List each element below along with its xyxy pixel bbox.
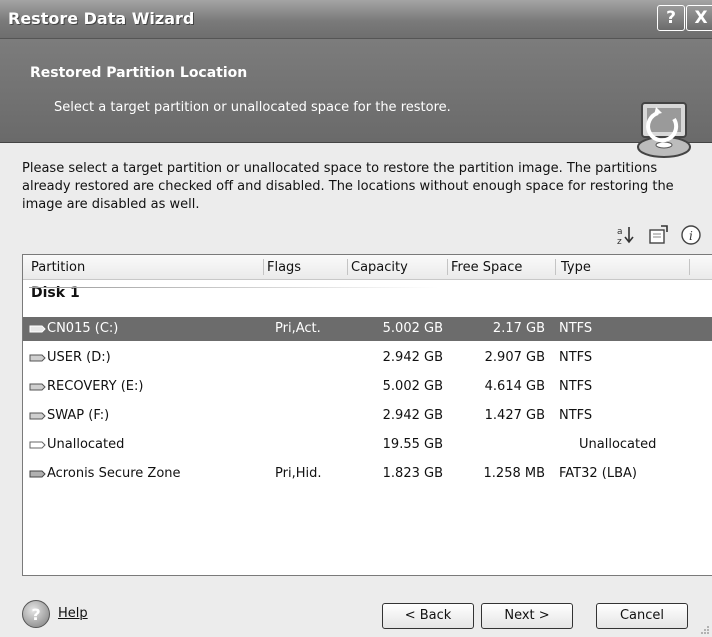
help-icon: ? (22, 600, 50, 628)
next-button[interactable]: Next > (481, 603, 573, 629)
partition-capacity: 2.942 GB (382, 408, 443, 423)
partition-type: Unallocated (579, 437, 657, 452)
help-label[interactable]: Help (58, 606, 88, 621)
table-row[interactable]: Acronis Secure Zone Pri,Hid. 1.823 GB 1.… (23, 462, 712, 486)
partition-capacity: 5.002 GB (382, 321, 443, 336)
partition-type: FAT32 (LBA) (559, 466, 637, 481)
partition-name: USER (D:) (47, 350, 111, 365)
partition-capacity: 2.942 GB (382, 350, 443, 365)
secure-zone-icon (29, 470, 46, 478)
column-header: Partition Flags Capacity Free Space Type (23, 255, 712, 280)
partition-drive-icon (29, 354, 46, 362)
column-divider[interactable] (555, 259, 556, 275)
partition-name: Acronis Secure Zone (47, 466, 181, 481)
col-partition[interactable]: Partition (31, 260, 85, 275)
partition-drive-icon (29, 383, 46, 391)
title-bar[interactable]: Restore Data Wizard ? X (0, 0, 712, 39)
disk-group-header: Disk 1 (23, 281, 712, 305)
unallocated-space-icon (29, 441, 46, 449)
table-row[interactable]: RECOVERY (E:) 5.002 GB 4.614 GB NTFS (23, 375, 712, 399)
partition-type: NTFS (559, 379, 593, 394)
partition-drive-icon (29, 412, 46, 420)
table-row[interactable]: SWAP (F:) 2.942 GB 1.427 GB NTFS (23, 404, 712, 428)
col-flags[interactable]: Flags (267, 260, 301, 275)
column-divider[interactable] (263, 259, 264, 275)
cancel-button[interactable]: Cancel (596, 603, 688, 629)
close-button[interactable]: X (686, 5, 712, 31)
wizard-header: Restored Partition Location Select a tar… (0, 39, 712, 158)
step-title: Restored Partition Location (30, 65, 248, 81)
partition-free-space: 2.17 GB (492, 321, 545, 336)
partition-free-space: 2.907 GB (484, 350, 545, 365)
window-title: Restore Data Wizard (8, 9, 195, 28)
partition-drive-icon (29, 325, 46, 333)
table-row[interactable]: USER (D:) 2.942 GB 2.907 GB NTFS (23, 346, 712, 370)
column-divider[interactable] (689, 259, 690, 275)
partition-free-space: 4.614 GB (484, 379, 545, 394)
svg-text:i: i (689, 229, 693, 243)
back-button[interactable]: < Back (382, 603, 474, 629)
restore-data-wizard-window: Restore Data Wizard ? X Restored Partiti… (0, 0, 712, 637)
partition-type: NTFS (559, 350, 593, 365)
partition-capacity: 1.823 GB (382, 466, 443, 481)
partition-type: NTFS (559, 408, 593, 423)
partition-flags: Pri,Act. (275, 321, 321, 336)
partition-type: NTFS (559, 321, 593, 336)
resize-grip-icon[interactable] (700, 625, 710, 635)
partition-name: SWAP (F:) (47, 408, 110, 423)
col-capacity[interactable]: Capacity (351, 260, 408, 275)
partition-free-space: 1.427 GB (484, 408, 545, 423)
properties-icon[interactable] (647, 224, 669, 246)
column-divider[interactable] (447, 259, 448, 275)
partition-name: Unallocated (47, 437, 125, 452)
partition-free-space: 1.258 MB (483, 466, 545, 481)
restore-wizard-icon (637, 102, 691, 158)
info-icon[interactable]: i (680, 224, 702, 246)
partition-capacity: 5.002 GB (382, 379, 443, 394)
sort-icon[interactable]: a z (615, 224, 637, 246)
partition-capacity: 19.55 GB (382, 437, 443, 452)
partition-list[interactable]: Partition Flags Capacity Free Space Type… (22, 254, 712, 576)
instructions-text: Please select a target partition or unal… (22, 161, 674, 212)
title-help-button[interactable]: ? (657, 5, 685, 31)
partition-name: RECOVERY (E:) (47, 379, 144, 394)
svg-text:a: a (617, 227, 623, 237)
col-free-space[interactable]: Free Space (451, 260, 522, 275)
col-type[interactable]: Type (561, 260, 591, 275)
partition-name: CN015 (C:) (47, 321, 119, 336)
column-divider[interactable] (347, 259, 348, 275)
table-row[interactable]: CN015 (C:) Pri,Act. 5.002 GB 2.17 GB NTF… (23, 317, 712, 341)
step-subtitle: Select a target partition or unallocated… (54, 100, 451, 115)
svg-text:z: z (617, 237, 622, 246)
table-row[interactable]: Unallocated 19.55 GB Unallocated (23, 433, 712, 457)
partition-flags: Pri,Hid. (275, 466, 322, 481)
group-divider (29, 287, 439, 288)
